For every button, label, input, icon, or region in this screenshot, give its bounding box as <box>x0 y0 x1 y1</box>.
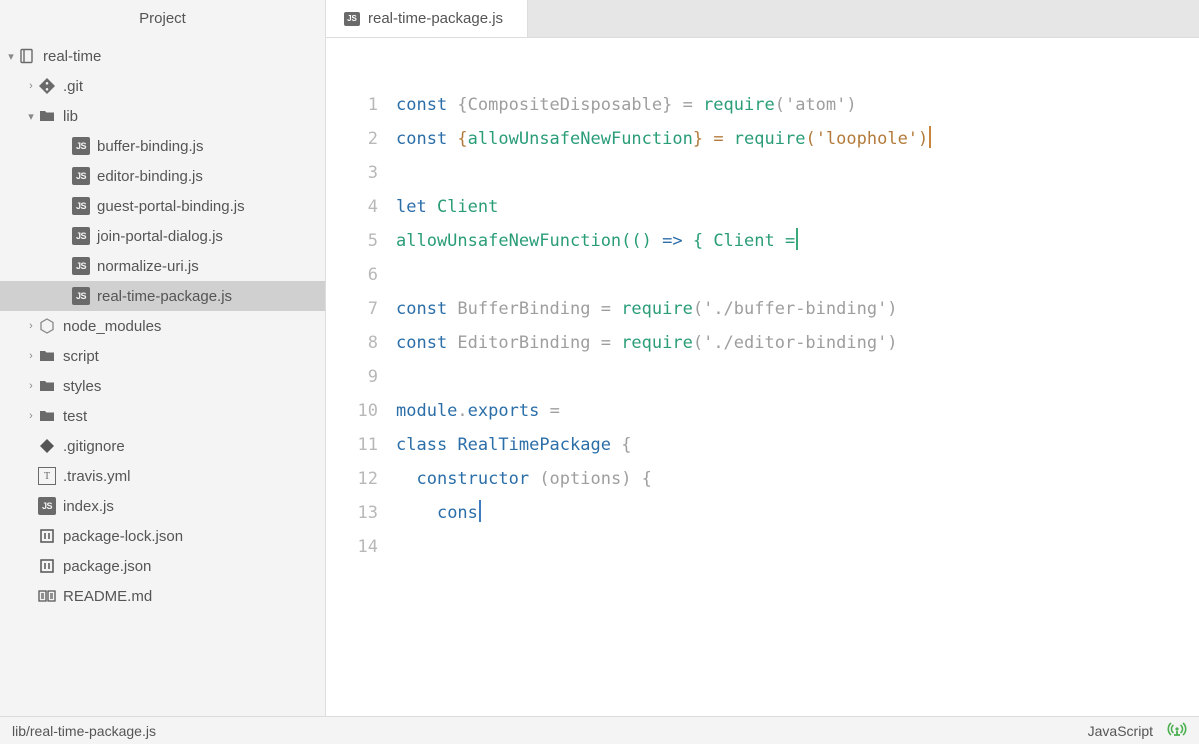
teletype-broadcast-icon[interactable] <box>1167 720 1187 741</box>
tree-item-file[interactable]: JS buffer-binding.js <box>0 131 325 161</box>
tree-item-file-active[interactable]: JS real-time-package.js <box>0 281 325 311</box>
tree-item-git[interactable]: › .git <box>0 71 325 101</box>
js-file-icon: JS <box>344 12 360 26</box>
tree-item-lib[interactable]: ▾ lib <box>0 101 325 131</box>
tree-item-label: script <box>63 348 99 365</box>
tree-item-node-modules[interactable]: › node_modules <box>0 311 325 341</box>
tree-item-label: real-time-package.js <box>97 288 232 305</box>
tree-root[interactable]: ▾ real-time <box>0 41 325 71</box>
js-file-icon: JS <box>72 257 90 275</box>
chevron-right-icon[interactable]: › <box>24 80 38 92</box>
tree-item-file[interactable]: JS guest-portal-binding.js <box>0 191 325 221</box>
js-file-icon: JS <box>38 497 56 515</box>
folder-icon <box>38 377 56 395</box>
status-language[interactable]: JavaScript <box>1088 723 1153 739</box>
chevron-right-icon[interactable]: › <box>24 320 38 332</box>
tree-item-label: README.md <box>63 588 152 605</box>
tree-item-label: .travis.yml <box>63 468 131 485</box>
json-file-icon <box>38 557 56 575</box>
travis-icon: T <box>38 467 56 485</box>
tree-item-label: test <box>63 408 87 425</box>
tree-item-file[interactable]: package.json <box>0 551 325 581</box>
folder-open-icon <box>38 107 56 125</box>
local-cursor <box>479 500 481 522</box>
tree-item-file[interactable]: JS join-portal-dialog.js <box>0 221 325 251</box>
js-file-icon: JS <box>72 227 90 245</box>
readme-icon <box>38 587 56 605</box>
sidebar-title: Project <box>0 0 325 37</box>
tree-item-file[interactable]: JS index.js <box>0 491 325 521</box>
tree-item-label: node_modules <box>63 318 161 335</box>
chevron-right-icon[interactable]: › <box>24 380 38 392</box>
tree-item-label: package.json <box>63 558 151 575</box>
js-file-icon: JS <box>72 287 90 305</box>
js-file-icon: JS <box>72 167 90 185</box>
code-content[interactable]: const {CompositeDisposable} = require('a… <box>396 88 1199 716</box>
tree-item-label: package-lock.json <box>63 528 183 545</box>
chevron-right-icon[interactable]: › <box>24 350 38 362</box>
chevron-down-icon[interactable]: ▾ <box>24 110 38 123</box>
tree-item-file[interactable]: JS editor-binding.js <box>0 161 325 191</box>
js-file-icon: JS <box>72 137 90 155</box>
tree-item-folder[interactable]: › test <box>0 401 325 431</box>
tree-item-file[interactable]: package-lock.json <box>0 521 325 551</box>
tree-item-label: .git <box>63 78 83 95</box>
tree-item-label: normalize-uri.js <box>97 258 199 275</box>
nodejs-icon <box>38 317 56 335</box>
folder-icon <box>38 407 56 425</box>
gitignore-icon <box>38 437 56 455</box>
tree-item-file[interactable]: .gitignore <box>0 431 325 461</box>
folder-icon <box>38 347 56 365</box>
tree-item-label: guest-portal-binding.js <box>97 198 245 215</box>
remote-cursor-green <box>796 228 798 250</box>
status-file-path[interactable]: lib/real-time-package.js <box>12 723 156 739</box>
tree-item-label: buffer-binding.js <box>97 138 203 155</box>
js-file-icon: JS <box>72 197 90 215</box>
status-bar: lib/real-time-package.js JavaScript <box>0 716 1199 744</box>
tree-item-file[interactable]: T .travis.yml <box>0 461 325 491</box>
editor-tab-active[interactable]: JS real-time-package.js <box>326 0 528 37</box>
tab-label: real-time-package.js <box>368 10 503 27</box>
tree-item-label: lib <box>63 108 78 125</box>
tree-item-label: editor-binding.js <box>97 168 203 185</box>
tree-item-file[interactable]: JS normalize-uri.js <box>0 251 325 281</box>
editor-panel: JS real-time-package.js 1234567891011121… <box>326 0 1199 716</box>
tree-item-folder[interactable]: › script <box>0 341 325 371</box>
json-file-icon <box>38 527 56 545</box>
code-editor[interactable]: 1234567891011121314 const {CompositeDisp… <box>326 38 1199 716</box>
repo-icon <box>18 47 36 65</box>
remote-cursor-orange <box>929 126 931 148</box>
chevron-down-icon[interactable]: ▾ <box>4 50 18 63</box>
tree-item-label: index.js <box>63 498 114 515</box>
line-gutter: 1234567891011121314 <box>346 88 396 716</box>
tree-item-label: join-portal-dialog.js <box>97 228 223 245</box>
chevron-right-icon[interactable]: › <box>24 410 38 422</box>
tree-item-label: real-time <box>43 48 101 65</box>
project-sidebar: Project ▾ real-time › .git ▾ <box>0 0 326 716</box>
tree-item-file[interactable]: README.md <box>0 581 325 611</box>
tree-item-label: styles <box>63 378 101 395</box>
file-tree: ▾ real-time › .git ▾ lib <box>0 37 325 716</box>
tab-bar: JS real-time-package.js <box>326 0 1199 38</box>
tree-item-folder[interactable]: › styles <box>0 371 325 401</box>
tree-item-label: .gitignore <box>63 438 125 455</box>
git-icon <box>38 77 56 95</box>
